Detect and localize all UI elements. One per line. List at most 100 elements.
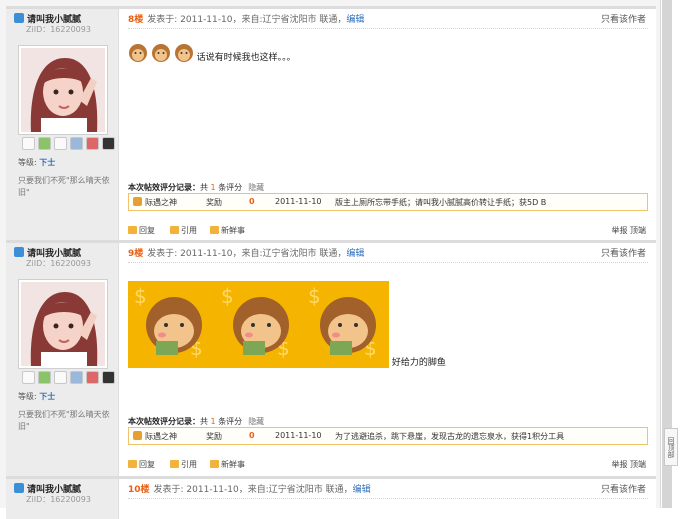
author-panel: 请叫我小腻腻 ZiID：16220093 [6,479,119,519]
rater-name[interactable]: 际遇之神 [145,432,177,441]
reply-icon [128,460,137,468]
monkey-money-image: $$ [128,281,215,368]
fresh-news-button[interactable]: 新鲜事 [210,225,245,236]
post-8: 请叫我小腻腻 ZiID：16220093 等级: 下士 只要我们不死"那么晴天依… [6,6,656,241]
gallery-icon[interactable] [70,137,83,150]
post-body: 9楼 发表于: 2011-11-10，来自:辽宁省沈阳市 联通，编辑 只看该作者 … [128,243,648,477]
svg-text:$: $ [308,284,321,308]
post-meta: 发表于: 2011-11-10，来自:辽宁省沈阳市 联通，编辑 [147,249,365,259]
top-link[interactable]: 顶端 [630,460,646,469]
quote-button[interactable]: 引用 [170,459,197,470]
blocks-icon[interactable] [86,371,99,384]
add-friend-icon[interactable] [38,137,51,150]
reply-button[interactable]: 回复 [128,225,155,236]
reward-value: 0 [249,431,255,440]
rater-name[interactable]: 际遇之神 [145,198,177,207]
post-text: 好给力的脚鱼 [391,358,446,368]
rate-icon [133,197,142,206]
author-panel: 请叫我小腻腻 ZiID：16220093 等级: 下士 只要我们不死"那么晴天依… [6,9,119,241]
post-body: 10楼 发表于: 2011-11-10，来自:辽宁省沈阳市 联通，编辑 只看该作者 [128,479,648,519]
rating-record: 际遇之神 奖励 0 2011-11-10 版主上厕所忘带手纸；请叫我小腻腻高价转… [128,193,648,211]
quote-icon [170,226,179,234]
report-link[interactable]: 举报 [611,226,627,235]
qq-icon[interactable] [102,137,115,150]
qq-icon[interactable] [102,371,115,384]
avatar[interactable] [18,279,108,369]
rating-summary: 本次帖效评分记录：共 1 条评分 隐藏 [128,183,265,192]
post-meta: 发表于: 2011-11-10，来自:辽宁省沈阳市 联通，编辑 [147,15,365,25]
author-uid: ZiID：16220093 [26,25,91,34]
avatar-image [21,282,105,366]
user-icon [14,247,24,257]
message-icon[interactable] [22,137,35,150]
author-level: 等级: 下士 [18,158,56,167]
post-text: 话说有时候我也这样。。。 [196,53,296,63]
profile-icon[interactable] [54,371,67,384]
post-9: 请叫我小腻腻 ZiID：16220093 等级: 下士 只要我们不死"那么晴天依… [6,240,656,477]
monkey-emoticon [129,44,147,62]
reward-label: 奖励 [206,198,222,207]
monkey-money-image: $$ [215,281,302,368]
author-tools [22,137,115,150]
post-actions: 回复 引用 新鲜事 举报 顶端 [128,225,648,239]
gallery-icon[interactable] [70,371,83,384]
only-author-link[interactable]: 只看该作者 [601,482,646,495]
rating-hide-link[interactable]: 隐藏 [248,417,264,426]
top-link[interactable]: 顶端 [630,226,646,235]
quote-icon [170,460,179,468]
fresh-news-button[interactable]: 新鲜事 [210,459,245,470]
rating-reason: 版主上厕所忘带手纸；请叫我小腻腻高价转让手纸；获5D B [335,198,547,207]
post-content: $ $ $ $ $ $ 好给力的脚鱼 [128,281,446,368]
author-panel: 请叫我小腻腻 ZiID：16220093 等级: 下士 只要我们不死"那么晴天依… [6,243,119,477]
only-author-link[interactable]: 只看该作者 [601,246,646,259]
monkey-emoticon [151,44,170,62]
add-friend-icon[interactable] [38,371,51,384]
monkey-emoticon [174,44,193,62]
author-signature: 只要我们不死"那么晴天依旧" [18,410,110,431]
back-to-top-button[interactable]: 回顶部 [664,428,678,466]
post-actions: 回复 引用 新鲜事 举报 顶端 [128,459,648,473]
user-icon [14,483,24,493]
edit-link[interactable]: 编辑 [353,485,371,495]
report-link[interactable]: 举报 [611,460,627,469]
author-tools [22,371,115,384]
post-content: 话说有时候我也这样。。。 [128,43,296,63]
avatar[interactable] [18,45,108,135]
post-body: 8楼 发表于: 2011-11-10，来自:辽宁省沈阳市 联通，编辑 只看该作者 … [128,9,648,241]
post-header: 9楼 发表于: 2011-11-10，来自:辽宁省沈阳市 联通，编辑 只看该作者 [128,246,648,263]
post-header: 10楼 发表于: 2011-11-10，来自:辽宁省沈阳市 联通，编辑 只看该作者 [128,482,648,499]
floor-number: 8楼 [128,15,144,25]
rate-icon [133,431,142,440]
rating-hide-link[interactable]: 隐藏 [248,183,264,192]
author-uid: ZiID：16220093 [26,259,91,268]
author-level: 等级: 下士 [18,392,56,401]
profile-icon[interactable] [54,137,67,150]
quote-button[interactable]: 引用 [170,225,197,236]
rating-summary: 本次帖效评分记录：共 1 条评分 隐藏 [128,417,265,426]
monkey-money-image: $$ [302,281,389,368]
edit-link[interactable]: 编辑 [346,15,364,25]
only-author-link[interactable]: 只看该作者 [601,12,646,25]
rating-date: 2011-11-10 [275,431,322,440]
post-meta: 发表于: 2011-11-10，来自:辽宁省沈阳市 联通，编辑 [153,485,371,495]
edit-link[interactable]: 编辑 [346,249,364,259]
avatar-image [21,48,105,132]
reply-button[interactable]: 回复 [128,459,155,470]
reward-value: 0 [249,197,255,206]
blocks-icon[interactable] [86,137,99,150]
author-uid: ZiID：16220093 [26,495,91,504]
rating-record: 际遇之神 奖励 0 2011-11-10 为了逃避追杀，跳下悬崖，发现古龙的遗忘… [128,427,648,445]
reward-label: 奖励 [206,432,222,441]
fresh-icon [210,226,219,234]
author-signature: 只要我们不死"那么晴天依旧" [18,176,110,197]
svg-text:$: $ [134,284,147,308]
svg-text:$: $ [221,284,234,308]
rating-date: 2011-11-10 [275,197,322,206]
message-icon[interactable] [22,371,35,384]
user-icon [14,13,24,23]
reply-icon [128,226,137,234]
floor-number: 10楼 [128,485,150,495]
fresh-icon [210,460,219,468]
post-10: 请叫我小腻腻 ZiID：16220093 10楼 发表于: 2011-11-10，… [6,476,656,519]
post-header: 8楼 发表于: 2011-11-10，来自:辽宁省沈阳市 联通，编辑 只看该作者 [128,12,648,29]
